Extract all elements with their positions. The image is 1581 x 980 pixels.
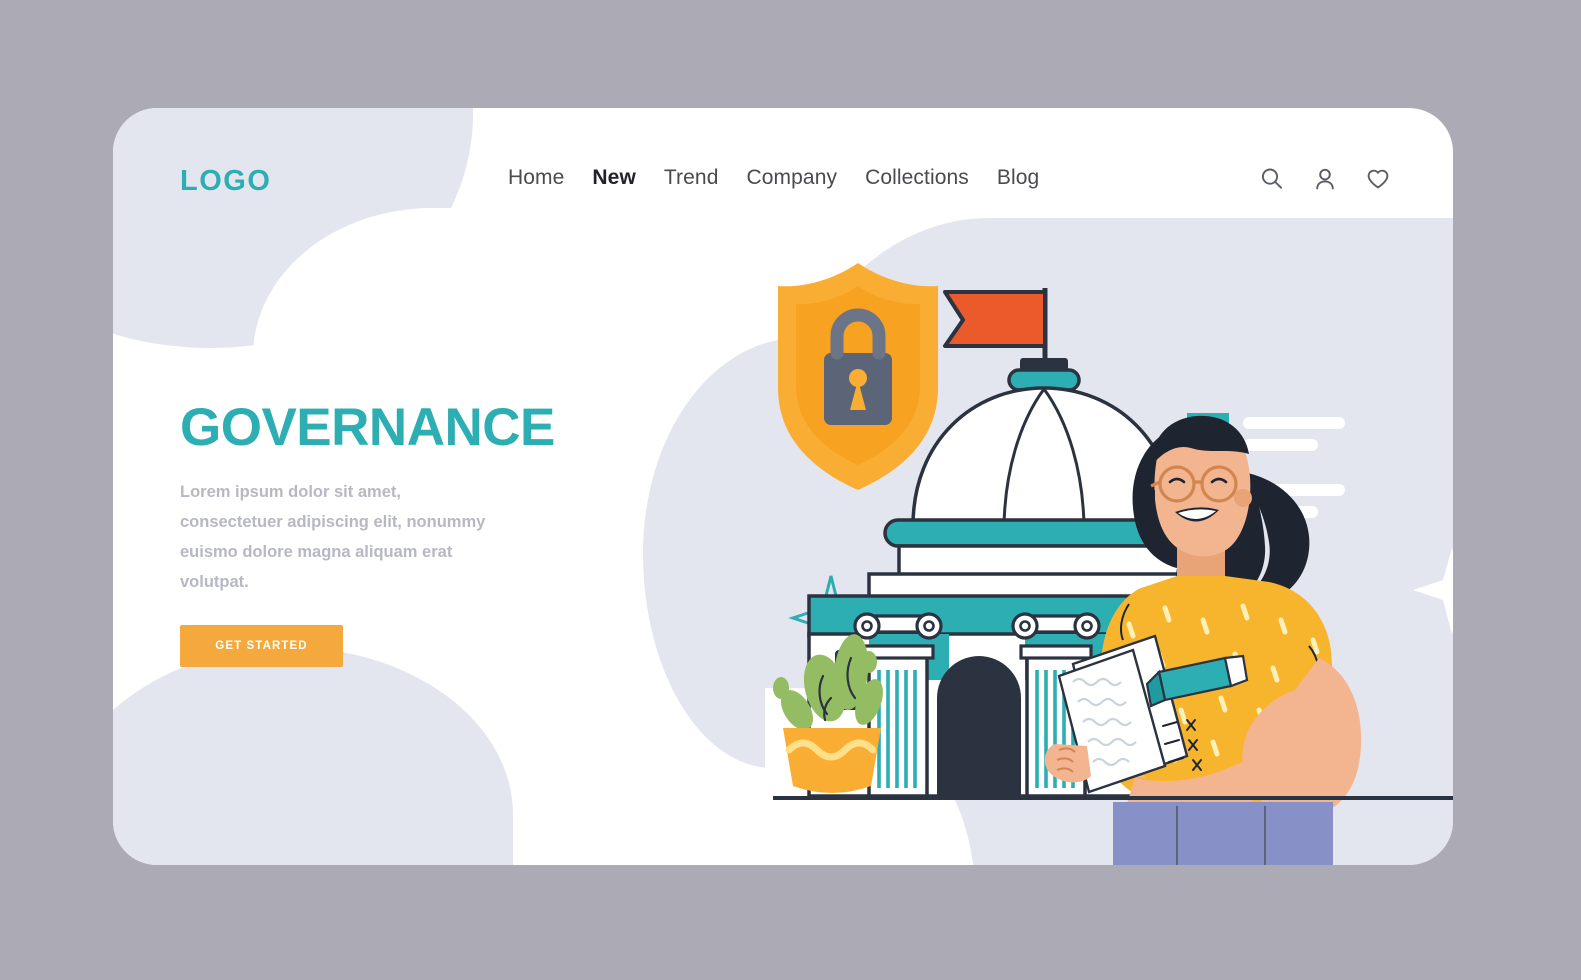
search-icon[interactable] [1259,166,1285,192]
hero-section: GOVERNANCE Lorem ipsum dolor sit amet, c… [180,400,650,667]
main-navigation: Home New Trend Company Collections Blog [508,166,1039,190]
hero-illustration [773,258,1453,865]
nav-item-collections[interactable]: Collections [865,166,969,190]
nav-item-new[interactable]: New [592,166,635,190]
heart-icon[interactable] [1365,166,1391,192]
decorative-blob-bottom-left [113,647,513,865]
nav-item-home[interactable]: Home [508,166,564,190]
logo[interactable]: LOGO [180,165,271,198]
hero-subtext: Lorem ipsum dolor sit amet, consectetuer… [180,482,486,591]
user-icon[interactable] [1312,166,1338,192]
nav-item-company[interactable]: Company [747,166,838,190]
shield-lock-icon [778,263,938,490]
sparkle-white [1413,548,1453,634]
nav-item-trend[interactable]: Trend [664,166,719,190]
header-icon-group [1259,166,1391,192]
page-title: GOVERNANCE [180,398,555,457]
landing-page-card: LOGO Home New Trend Company Collections … [113,108,1453,865]
site-header: LOGO Home New Trend Company Collections … [113,108,1453,258]
nav-item-blog[interactable]: Blog [997,166,1039,190]
get-started-button[interactable]: GET STARTED [180,624,343,667]
screenshot-root: LOGO Home New Trend Company Collections … [0,0,1581,980]
dome-flag [943,288,1048,363]
